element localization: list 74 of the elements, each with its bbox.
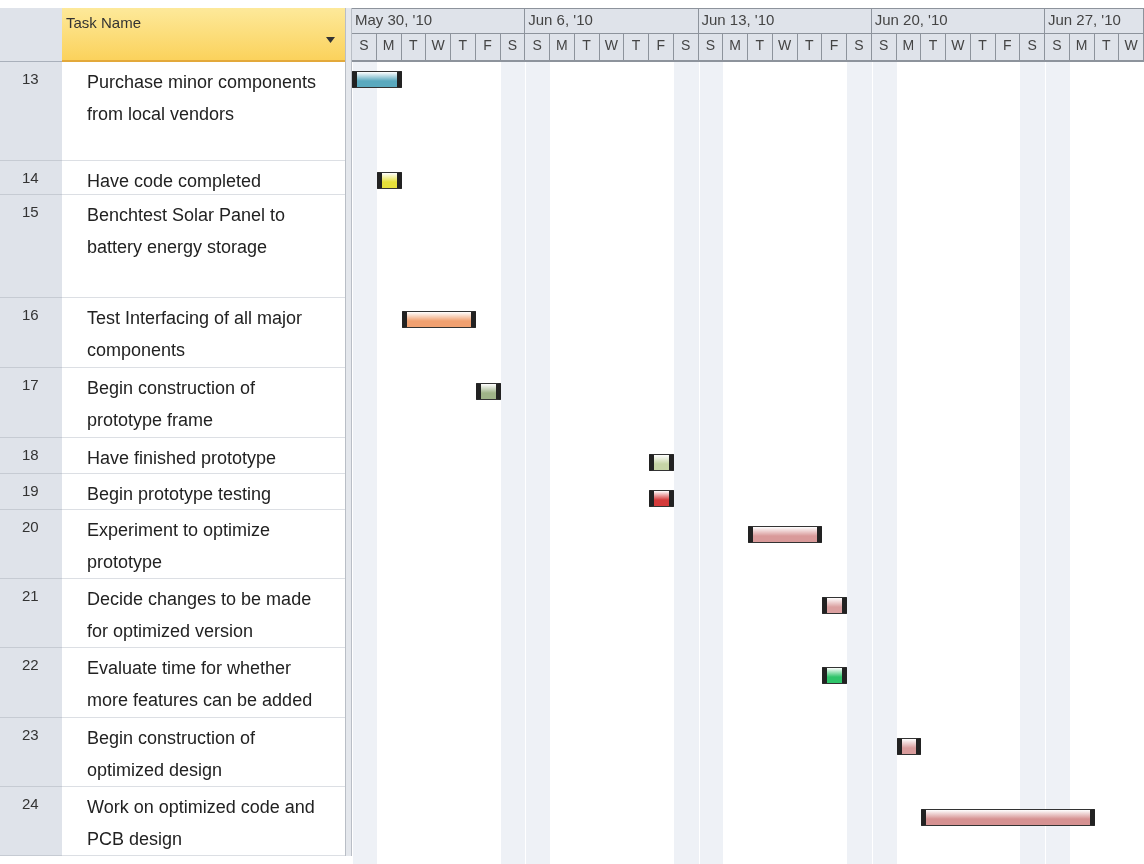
day-label: M [376,34,402,60]
task-name: Begin construction of optimized design [87,726,257,782]
task-name: Have code completed [87,169,263,193]
row-header[interactable]: 21 [0,579,62,649]
day-label: T [921,34,946,60]
task-bar[interactable] [822,667,847,684]
row-header[interactable]: 16 [0,297,62,369]
day-label: S [698,34,724,60]
dropdown-caret-icon[interactable] [326,37,335,43]
task-bar[interactable] [401,311,476,328]
day-label: M [896,34,922,60]
row-header[interactable]: 24 [0,787,62,856]
task-bar[interactable] [352,71,402,88]
day-label: T [624,34,649,60]
day-label: T [748,34,773,60]
row-header[interactable]: 18 [0,437,62,474]
task-name: Experiment to optimize prototype [87,518,272,574]
day-label: S [871,34,897,60]
task-bar[interactable] [748,526,823,543]
task-bar[interactable] [896,738,922,755]
row-header[interactable]: 20 [0,509,62,580]
week-label: May 30, '10 [352,9,526,33]
task-bar[interactable] [649,490,674,507]
task-bar[interactable] [649,454,674,471]
day-label: W [946,34,971,60]
day-label: T [1094,34,1120,60]
day-label: W [772,34,798,60]
day-label: F [995,34,1021,60]
day-label: F [822,34,847,60]
week-label: Jun 6, '10 [525,9,699,33]
day-label: M [550,34,575,60]
task-name: Benchtest Solar Panel to battery energy storage [87,203,287,259]
day-label: S [500,34,526,60]
day-label: W [599,34,625,60]
task-name: Decide changes to be made for optimized version [87,588,313,644]
day-label: T [797,34,823,60]
row-header[interactable]: 14 [0,160,62,195]
day-label: T [451,34,476,60]
task-bar[interactable] [376,172,402,189]
task-name: Test Interfacing of all major components [87,306,304,362]
row-header[interactable]: 13 [0,62,62,161]
task-bar[interactable] [822,597,847,614]
day-label: F [475,34,501,60]
row-header[interactable]: 17 [0,368,62,438]
task-name: Evaluate time for whether more features can be added [87,657,314,713]
day-label: S [1020,34,1045,60]
task-name: Purchase minor components from local vendors [87,71,318,126]
task-name: Work on optimized code and PCB design [87,796,316,851]
day-label: M [723,34,748,60]
day-label: S [673,34,699,60]
row-header[interactable]: 19 [0,473,62,510]
day-label: S [1045,34,1070,60]
day-label: T [574,34,600,60]
task-name: Begin construction of prototype frame [87,377,257,433]
day-label: S [847,34,872,60]
row-header[interactable]: 23 [0,717,62,787]
week-label: Jun 20, '10 [871,9,1045,33]
row-header[interactable]: 15 [0,194,62,298]
task-bar[interactable] [921,809,1095,826]
row-header[interactable]: 22 [0,648,62,718]
task-bar[interactable] [475,383,501,400]
task-name: Begin prototype testing [87,482,273,506]
column-header[interactable]: Task Name [62,8,345,62]
day-label: S [525,34,550,60]
day-label: T [401,34,427,60]
day-label: W [1119,34,1144,60]
day-label: T [970,34,996,60]
day-label: S [352,34,377,60]
task-name: Have finished prototype [87,446,278,470]
week-label: Jun 27, '10 [1045,9,1144,33]
week-label: Jun 13, '10 [698,9,872,33]
day-label: F [649,34,674,60]
day-label: M [1069,34,1095,60]
day-label: W [426,34,451,60]
